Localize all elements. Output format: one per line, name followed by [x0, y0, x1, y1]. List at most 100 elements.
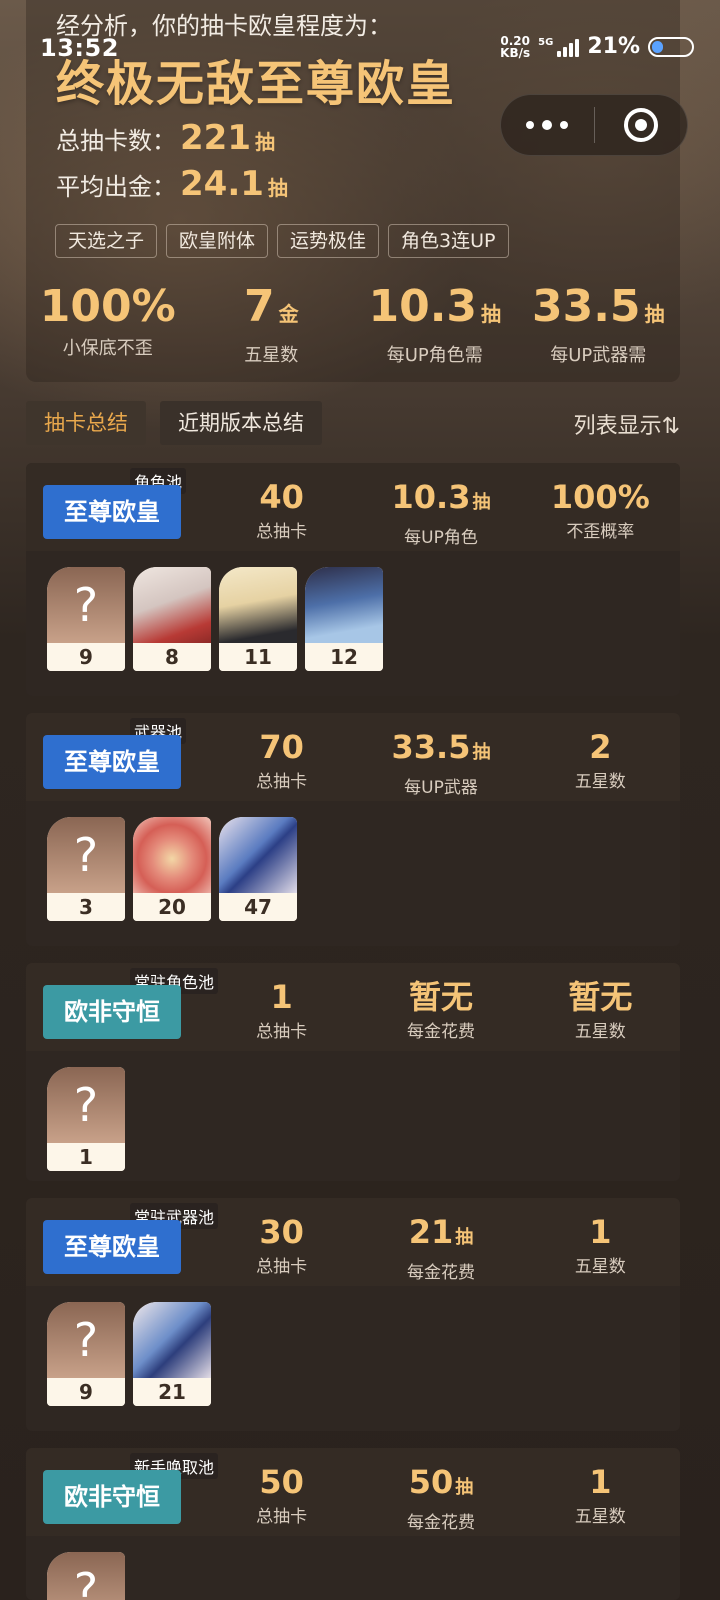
pool-stat-label: 每金花费 — [406, 1022, 475, 1042]
signal-icon: 5G — [538, 36, 580, 57]
question-mark-icon: ? — [47, 1067, 125, 1143]
avg-gold-line: 平均出金： 24.1 抽 — [56, 164, 288, 204]
status-time: 13:52 — [40, 34, 119, 62]
overview-stat-label: 每UP角色需 — [386, 345, 483, 366]
pool-stat-label: 总抽卡 — [256, 1257, 308, 1277]
pool-card[interactable]: 常驻武器池 至尊欧皇 30 总抽卡 21 抽每金花费 1 五星数? 9 21 — [26, 1198, 680, 1431]
overview-stat-value: 10.3 — [368, 281, 478, 332]
pool-stat-label: 五星数 — [574, 1507, 626, 1527]
network-speed: 0.20 KB/s — [500, 35, 530, 59]
tag-chip: 角色3连UP — [388, 224, 509, 258]
tag-chip: 运势极佳 — [277, 224, 380, 258]
five-star-card[interactable]: 8 — [133, 567, 211, 671]
five-star-list: ? — [26, 1536, 680, 1600]
pool-stat: 70 总抽卡 — [202, 727, 361, 798]
pool-stat-value: 暂无 — [408, 978, 473, 1016]
pool-stat: 100% 不歪概率 — [521, 477, 680, 548]
close-miniprogram-icon[interactable] — [595, 108, 688, 142]
unknown-item-card[interactable]: ? 1 — [47, 1067, 125, 1171]
unknown-item-card[interactable]: ? 3 — [47, 817, 125, 921]
pool-stat: 2 五星数 — [521, 727, 680, 798]
rank-badge: 欧非守恒 — [43, 985, 181, 1039]
item-portrait — [305, 567, 383, 643]
miniprogram-capsule — [500, 94, 688, 156]
pool-card[interactable]: 武器池 至尊欧皇 70 总抽卡 33.5 抽每UP武器 2 五星数? 3 20 47 — [26, 713, 680, 946]
item-portrait — [133, 567, 211, 643]
tab-recent-version[interactable]: 近期版本总结 — [160, 401, 322, 445]
pull-count: 9 — [47, 1378, 125, 1406]
five-star-card[interactable]: 20 — [133, 817, 211, 921]
pool-stat-unit: 抽 — [472, 742, 491, 763]
pool-card[interactable]: 角色池 至尊欧皇 40 总抽卡 10.3 抽每UP角色 100% 不歪概率? 9 8 11 12 — [26, 463, 680, 696]
pull-count: 1 — [47, 1143, 125, 1171]
rank-badge: 至尊欧皇 — [43, 1220, 181, 1274]
five-star-card[interactable]: 12 — [305, 567, 383, 671]
unknown-item-card[interactable]: ? — [47, 1552, 125, 1600]
pool-stat: 30 总抽卡 — [202, 1212, 361, 1283]
item-portrait — [133, 1302, 211, 1378]
tag-list: 天选之子 欧皇附体 运势极佳 角色3连UP — [55, 224, 509, 258]
more-icon[interactable] — [501, 119, 594, 130]
avg-gold-label: 平均出金： — [56, 173, 176, 201]
summary-tabs: 抽卡总结 近期版本总结 — [26, 401, 322, 445]
avg-gold-unit: 抽 — [267, 176, 288, 200]
pool-stat-value: 10.3 — [391, 478, 471, 516]
question-mark-icon: ? — [47, 817, 125, 893]
tab-gacha-summary[interactable]: 抽卡总结 — [26, 401, 146, 445]
five-star-list: ? 9 8 11 12 — [26, 551, 680, 671]
list-view-toggle[interactable]: 列表显示⇅ — [574, 408, 680, 440]
pool-stat-unit: 抽 — [472, 492, 491, 513]
battery-percent: 21% — [587, 34, 640, 59]
pool-stat-value: 100% — [550, 478, 650, 516]
total-pulls-label: 总抽卡数： — [56, 127, 176, 155]
item-portrait — [219, 817, 297, 893]
overview-stat: 100% 小保底不歪 — [26, 282, 190, 367]
pool-stat-label: 五星数 — [574, 1022, 626, 1042]
five-star-list: ? 3 20 47 — [26, 801, 680, 921]
pool-stat-label: 每金花费 — [406, 1513, 475, 1533]
overview-stat-unit: 金 — [278, 302, 299, 326]
overview-stats: 100% 小保底不歪 7金 五星数 10.3 抽 每UP角色需 33.5 抽 每UP… — [26, 282, 680, 367]
rank-badge: 欧非守恒 — [43, 1470, 181, 1524]
five-star-card[interactable]: 11 — [219, 567, 297, 671]
pool-stat-label: 五星数 — [574, 1257, 626, 1277]
pool-stat-value: 70 — [259, 728, 304, 766]
network-type: 5G — [538, 36, 554, 48]
pool-stat-value: 33.5 — [391, 728, 471, 766]
status-indicators: 0.20 KB/s 5G 21% — [500, 34, 694, 59]
overview-stat-label: 每UP武器需 — [550, 345, 647, 366]
pool-stat-value: 30 — [259, 1213, 304, 1251]
rank-badge: 至尊欧皇 — [43, 485, 181, 539]
pool-stats: 30 总抽卡 21 抽每金花费 1 五星数 — [202, 1212, 680, 1283]
overview-stat-value: 100% — [39, 281, 176, 332]
pool-stat: 10.3 抽每UP角色 — [361, 477, 520, 548]
unknown-item-card[interactable]: ? 9 — [47, 567, 125, 671]
tag-chip: 天选之子 — [55, 224, 158, 258]
pull-count: 3 — [47, 893, 125, 921]
pool-stat: 1 总抽卡 — [202, 977, 361, 1042]
five-star-card[interactable]: 47 — [219, 817, 297, 921]
pool-stat-value: 2 — [589, 728, 612, 766]
five-star-card[interactable]: 21 — [133, 1302, 211, 1406]
overview-stat-unit: 抽 — [481, 302, 502, 326]
question-mark-icon: ? — [47, 1552, 125, 1600]
total-pulls-value: 221 — [180, 118, 251, 158]
pool-stat: 21 抽每金花费 — [361, 1212, 520, 1283]
pool-stat: 33.5 抽每UP武器 — [361, 727, 520, 798]
pool-header: 常驻角色池 欧非守恒 1 总抽卡 暂无 每金花费 暂无 五星数 — [26, 963, 680, 1051]
pool-stat-value: 21 — [408, 1213, 454, 1251]
pool-stats: 1 总抽卡 暂无 每金花费 暂无 五星数 — [202, 977, 680, 1042]
pool-card[interactable]: 新手唤取池 欧非守恒 50 总抽卡 50 抽每金花费 1 五星数? — [26, 1448, 680, 1600]
question-mark-icon: ? — [47, 567, 125, 643]
overview-stat: 10.3 抽 每UP角色需 — [353, 282, 517, 367]
overview-stat-value: 7 — [243, 281, 275, 332]
pool-header: 常驻武器池 至尊欧皇 30 总抽卡 21 抽每金花费 1 五星数 — [26, 1198, 680, 1286]
pool-stat: 50 总抽卡 — [202, 1462, 361, 1533]
item-portrait — [219, 567, 297, 643]
five-star-list: ? 1 — [26, 1051, 680, 1171]
pool-header: 新手唤取池 欧非守恒 50 总抽卡 50 抽每金花费 1 五星数 — [26, 1448, 680, 1536]
pool-card[interactable]: 常驻角色池 欧非守恒 1 总抽卡 暂无 每金花费 暂无 五星数? 1 — [26, 963, 680, 1181]
unknown-item-card[interactable]: ? 9 — [47, 1302, 125, 1406]
pool-stat-value: 1 — [589, 1213, 612, 1251]
pool-stat-label: 每UP角色 — [404, 528, 478, 548]
